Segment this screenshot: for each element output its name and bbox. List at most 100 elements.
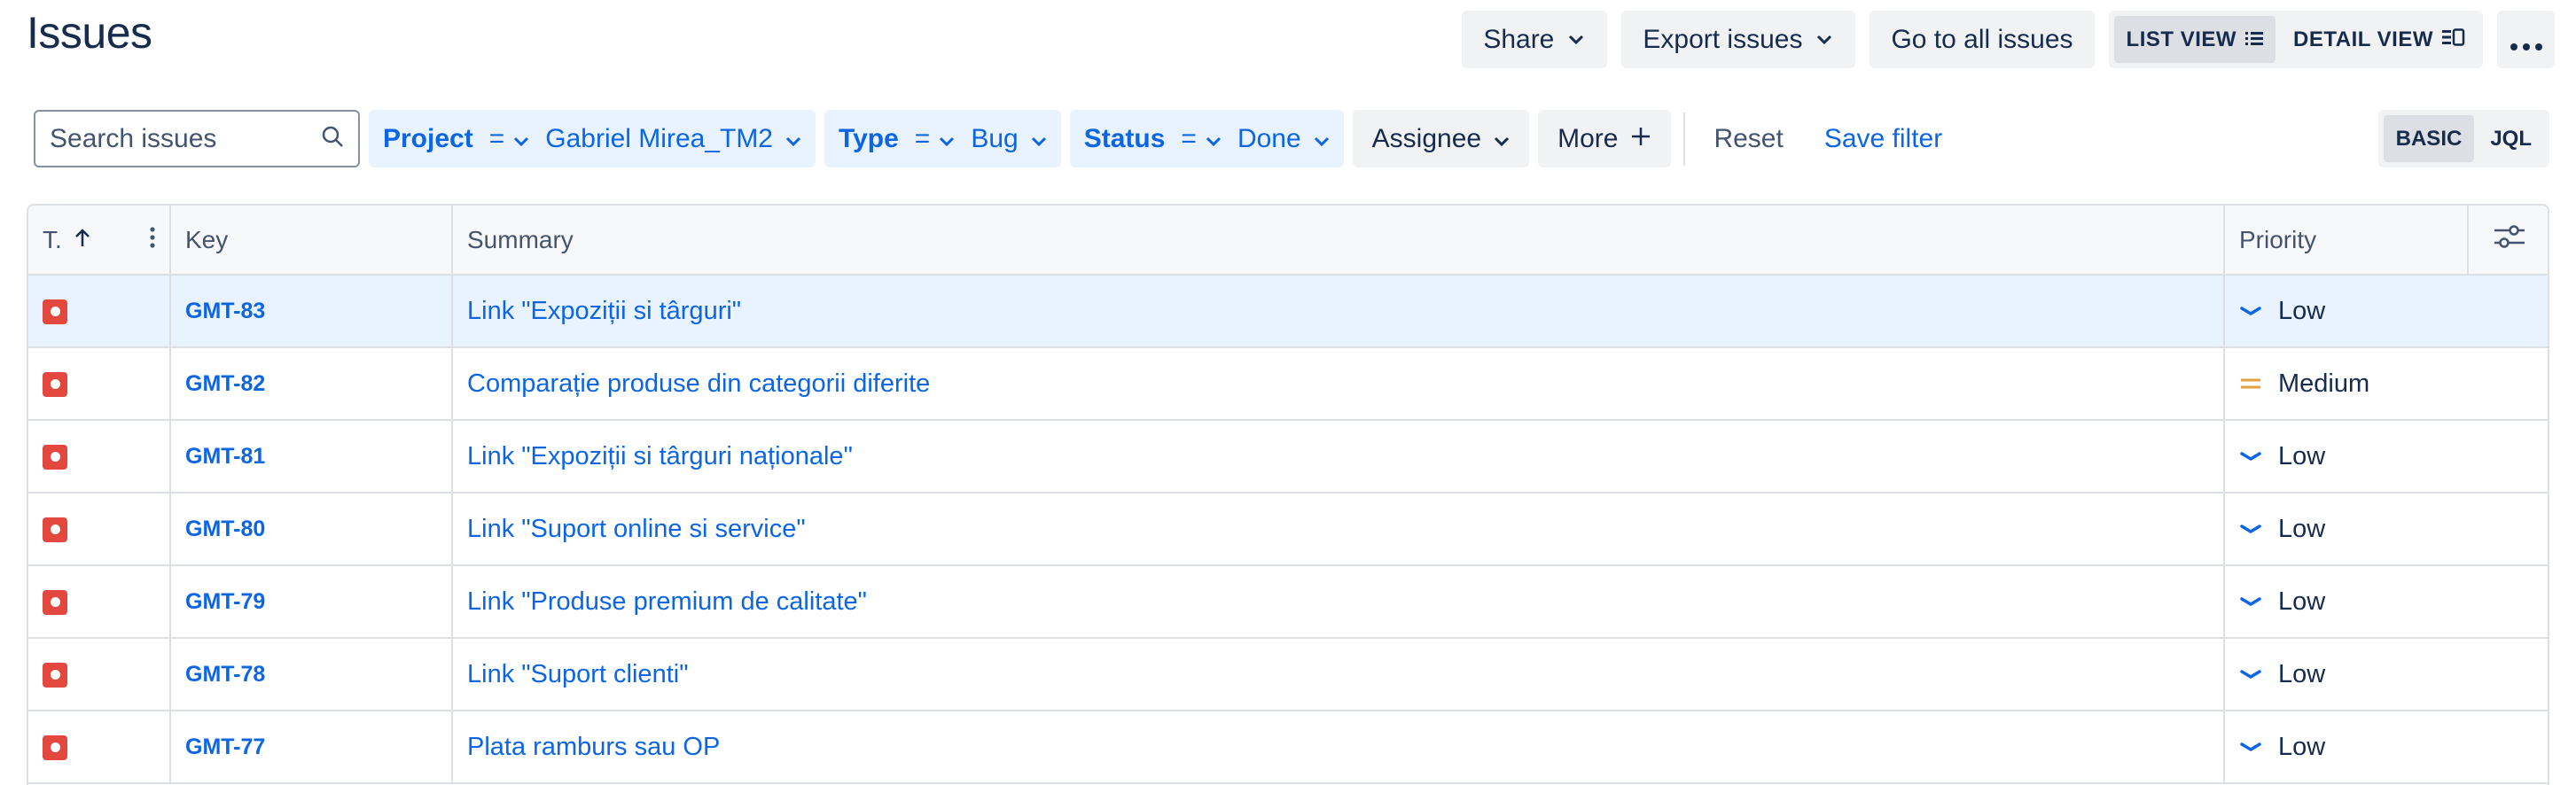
- project-filter-key: Project: [383, 123, 473, 153]
- sliders-icon[interactable]: [2493, 223, 2526, 256]
- column-header-key[interactable]: Key: [170, 206, 453, 276]
- type-value-label: Bug: [971, 123, 1019, 153]
- priority-label: Low: [2278, 659, 2326, 688]
- issue-summary[interactable]: Link "Suport online si service": [452, 493, 2225, 566]
- issue-key[interactable]: GMT-81: [170, 420, 453, 494]
- detail-view-icon: [2442, 27, 2465, 52]
- project-operator[interactable]: =: [482, 124, 537, 154]
- column-settings[interactable]: [2468, 206, 2548, 276]
- priority-medium-icon: [2239, 375, 2262, 392]
- issue-summary[interactable]: Comparație produse din categorii diferit…: [452, 347, 2225, 421]
- priority-low-icon: [2239, 302, 2262, 320]
- issue-key[interactable]: GMT-83: [170, 275, 453, 348]
- priority-label: Low: [2278, 587, 2326, 616]
- status-filter[interactable]: Status = Done: [1069, 110, 1344, 167]
- bug-icon: [43, 371, 67, 397]
- go-to-all-issues-button[interactable]: Go to all issues: [1870, 11, 2095, 68]
- issue-priority-cell: Low: [2224, 711, 2548, 784]
- share-button[interactable]: Share: [1462, 11, 1608, 68]
- issue-summary[interactable]: Plata ramburs sau OP: [452, 711, 2225, 784]
- view-toggle: LIST VIEW DETAIL VIEW: [2108, 11, 2483, 68]
- table-row[interactable]: GMT-80 Link "Suport online si service" Low: [28, 493, 2548, 566]
- export-label: Export issues: [1643, 24, 1803, 54]
- priority-low-icon: [2239, 593, 2262, 610]
- search-box: [34, 110, 360, 167]
- bug-icon: [43, 299, 67, 324]
- search-input[interactable]: [50, 123, 307, 154]
- bug-icon: [43, 589, 67, 615]
- assignee-filter[interactable]: Assignee: [1352, 110, 1530, 167]
- chevron-down-icon: [1031, 124, 1047, 154]
- search-icon[interactable]: [321, 125, 344, 152]
- table-row[interactable]: GMT-78 Link "Suport clienti" Low: [28, 638, 2548, 711]
- issue-key[interactable]: GMT-78: [170, 638, 453, 711]
- column-header-summary[interactable]: Summary: [452, 206, 2225, 276]
- status-filter-key: Status: [1083, 123, 1166, 153]
- issue-priority-cell: Medium: [2224, 347, 2548, 421]
- issue-key[interactable]: GMT-80: [170, 493, 453, 566]
- chevron-down-icon: [939, 124, 955, 154]
- filter-divider: [1683, 112, 1686, 166]
- list-view-label: LIST VIEW: [2126, 27, 2237, 51]
- issue-summary[interactable]: Link "Expoziții si târguri naționale": [452, 420, 2225, 494]
- issue-priority-cell: Low: [2224, 638, 2548, 711]
- plus-icon: [1630, 124, 1651, 154]
- issue-summary[interactable]: Link "Suport clienti": [452, 638, 2225, 711]
- chevron-down-icon: [1566, 30, 1586, 50]
- priority-low-icon: [2239, 738, 2262, 756]
- chevron-down-icon: [1206, 124, 1222, 154]
- issue-key[interactable]: GMT-82: [170, 347, 453, 421]
- project-value-label: Gabriel Mirea_TM2: [545, 123, 773, 153]
- table-row[interactable]: GMT-77 Plata ramburs sau OP Low: [28, 711, 2548, 784]
- type-filter[interactable]: Type = Bug: [824, 110, 1061, 167]
- issue-key[interactable]: GMT-77: [170, 711, 453, 784]
- operator-label: =: [488, 123, 505, 153]
- list-view-button[interactable]: LIST VIEW: [2113, 16, 2276, 63]
- more-filters-button[interactable]: More: [1538, 110, 1672, 167]
- save-filter-button[interactable]: Save filter: [1808, 110, 1958, 167]
- column-header-type[interactable]: T.: [28, 206, 171, 276]
- issue-key[interactable]: GMT-79: [170, 565, 453, 639]
- jql-mode-button[interactable]: JQL: [2478, 115, 2544, 162]
- basic-mode-button[interactable]: BASIC: [2383, 115, 2475, 162]
- column-menu-icon[interactable]: [150, 226, 155, 254]
- status-value[interactable]: Done: [1237, 124, 1330, 154]
- issue-type-cell: [28, 275, 171, 348]
- issue-type-cell: [28, 565, 171, 639]
- more-label: More: [1557, 123, 1619, 153]
- status-operator[interactable]: =: [1174, 124, 1229, 154]
- priority-low-icon: [2239, 520, 2262, 538]
- more-actions-button[interactable]: [2497, 11, 2555, 68]
- priority-label: Low: [2278, 441, 2326, 470]
- chevron-down-icon: [1314, 124, 1330, 154]
- issue-summary[interactable]: Link "Produse premium de calitate": [452, 565, 2225, 639]
- project-value[interactable]: Gabriel Mirea_TM2: [545, 124, 801, 154]
- priority-label: Low: [2278, 296, 2326, 325]
- table-header-row: T. Key Summary Priority: [28, 206, 2548, 276]
- issue-type-cell: [28, 493, 171, 566]
- project-filter[interactable]: Project = Gabriel Mirea_TM2: [369, 110, 816, 167]
- table-row[interactable]: GMT-83 Link "Expoziții si târguri" Low: [28, 275, 2548, 348]
- detail-view-label: DETAIL VIEW: [2293, 27, 2433, 51]
- table-row[interactable]: GMT-81 Link "Expoziții si târguri naționa…: [28, 420, 2548, 494]
- table-row[interactable]: GMT-82 Comparație produse din categorii d…: [28, 347, 2548, 421]
- detail-view-button[interactable]: DETAIL VIEW: [2281, 16, 2478, 63]
- export-issues-button[interactable]: Export issues: [1621, 11, 1856, 68]
- search-mode-toggle: BASIC JQL: [2377, 110, 2549, 167]
- type-value[interactable]: Bug: [971, 124, 1046, 154]
- table-row[interactable]: GMT-79 Link "Produse premium de calitate"…: [28, 565, 2548, 639]
- issue-priority-cell: Low: [2224, 275, 2548, 348]
- issues-table: T. Key Summary Priority GMT-83 Link "Expo…: [27, 204, 2549, 785]
- list-icon: [2245, 27, 2264, 52]
- share-label: Share: [1483, 24, 1555, 54]
- operator-label: =: [1181, 123, 1197, 153]
- type-operator[interactable]: =: [908, 124, 963, 154]
- sort-ascending-icon[interactable]: [74, 226, 90, 254]
- column-header-priority[interactable]: Priority: [2224, 206, 2469, 276]
- reset-button[interactable]: Reset: [1698, 110, 1799, 167]
- priority-label: Medium: [2278, 369, 2370, 398]
- issue-summary[interactable]: Link "Expoziții si târguri": [452, 275, 2225, 348]
- top-actions: Share Export issues Go to all issues LIS…: [1462, 11, 2555, 68]
- bug-icon: [43, 444, 67, 470]
- chevron-down-icon: [1815, 30, 1834, 50]
